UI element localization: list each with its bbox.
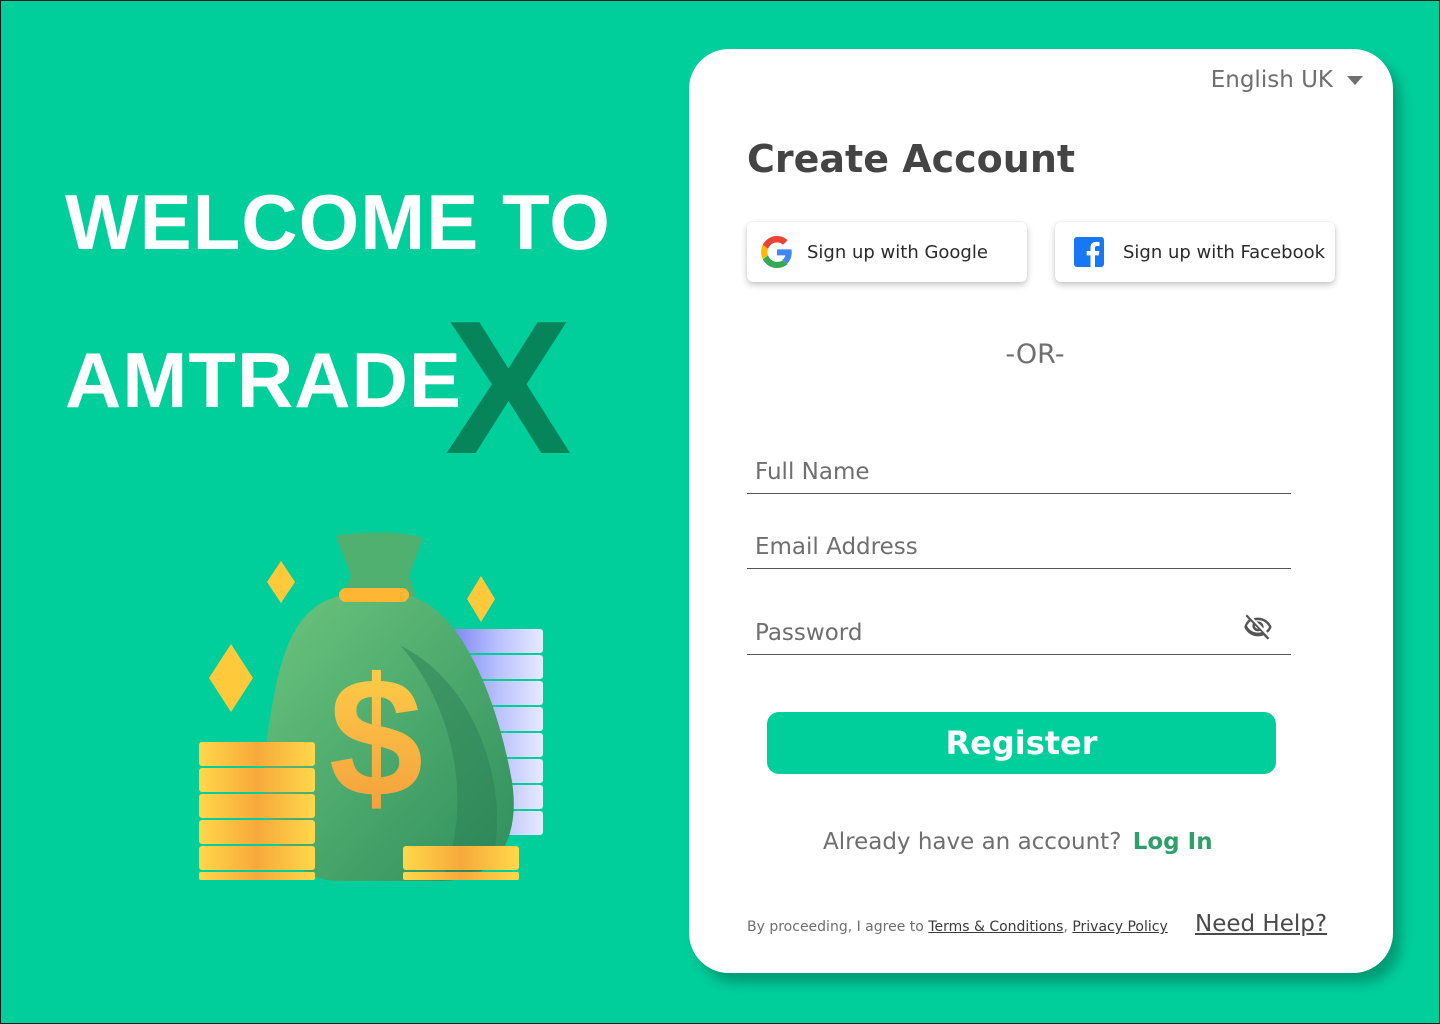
facebook-logo-icon bbox=[1074, 237, 1104, 267]
google-logo-icon bbox=[761, 236, 792, 268]
legal-notice: By proceeding, I agree to Terms & Condit… bbox=[747, 919, 1168, 935]
brand-x-letter: X bbox=[445, 282, 572, 494]
money-bag-illustration: $ bbox=[199, 532, 543, 881]
full-name-input[interactable] bbox=[753, 451, 1237, 493]
terms-link[interactable]: Terms & Conditions bbox=[928, 919, 1063, 935]
full-name-field bbox=[747, 449, 1291, 494]
privacy-link[interactable]: Privacy Policy bbox=[1072, 919, 1167, 935]
login-prompt-row: Already have an account? Log In bbox=[823, 829, 1213, 855]
language-selector[interactable]: English UK bbox=[1211, 63, 1363, 97]
hero-title-line2: AMTRADE bbox=[65, 336, 462, 424]
facebook-signup-label: Sign up with Facebook bbox=[1123, 241, 1326, 263]
password-field bbox=[747, 610, 1291, 655]
or-divider-text: -OR- bbox=[1005, 339, 1065, 370]
password-input[interactable] bbox=[753, 612, 1237, 654]
caret-down-icon bbox=[1347, 75, 1363, 85]
eye-slash-icon[interactable] bbox=[1243, 612, 1273, 642]
login-prompt-text: Already have an account? bbox=[823, 829, 1122, 855]
facebook-signup-button[interactable]: Sign up with Facebook bbox=[1055, 222, 1335, 282]
signup-card: English UK Create Account Sign up with G… bbox=[689, 49, 1393, 973]
email-field bbox=[747, 524, 1291, 569]
email-input[interactable] bbox=[753, 526, 1237, 568]
page-title: Create Account bbox=[747, 137, 1076, 181]
svg-text:$: $ bbox=[329, 643, 424, 833]
language-label: English UK bbox=[1210, 67, 1333, 93]
legal-prefix: By proceeding, I agree to bbox=[747, 919, 929, 935]
google-signup-label: Sign up with Google bbox=[807, 241, 988, 263]
hero-title-line1: WELCOME TO bbox=[65, 178, 611, 266]
legal-separator: , bbox=[1063, 919, 1073, 935]
register-button[interactable]: Register bbox=[767, 712, 1276, 774]
login-link[interactable]: Log In bbox=[1133, 829, 1213, 855]
google-signup-button[interactable]: Sign up with Google bbox=[747, 222, 1027, 282]
signup-page: WELCOME TO AMTRADE X $ English UK Create… bbox=[0, 0, 1440, 1024]
need-help-link[interactable]: Need Help? bbox=[1195, 911, 1327, 937]
or-divider: -OR- bbox=[689, 339, 1393, 370]
